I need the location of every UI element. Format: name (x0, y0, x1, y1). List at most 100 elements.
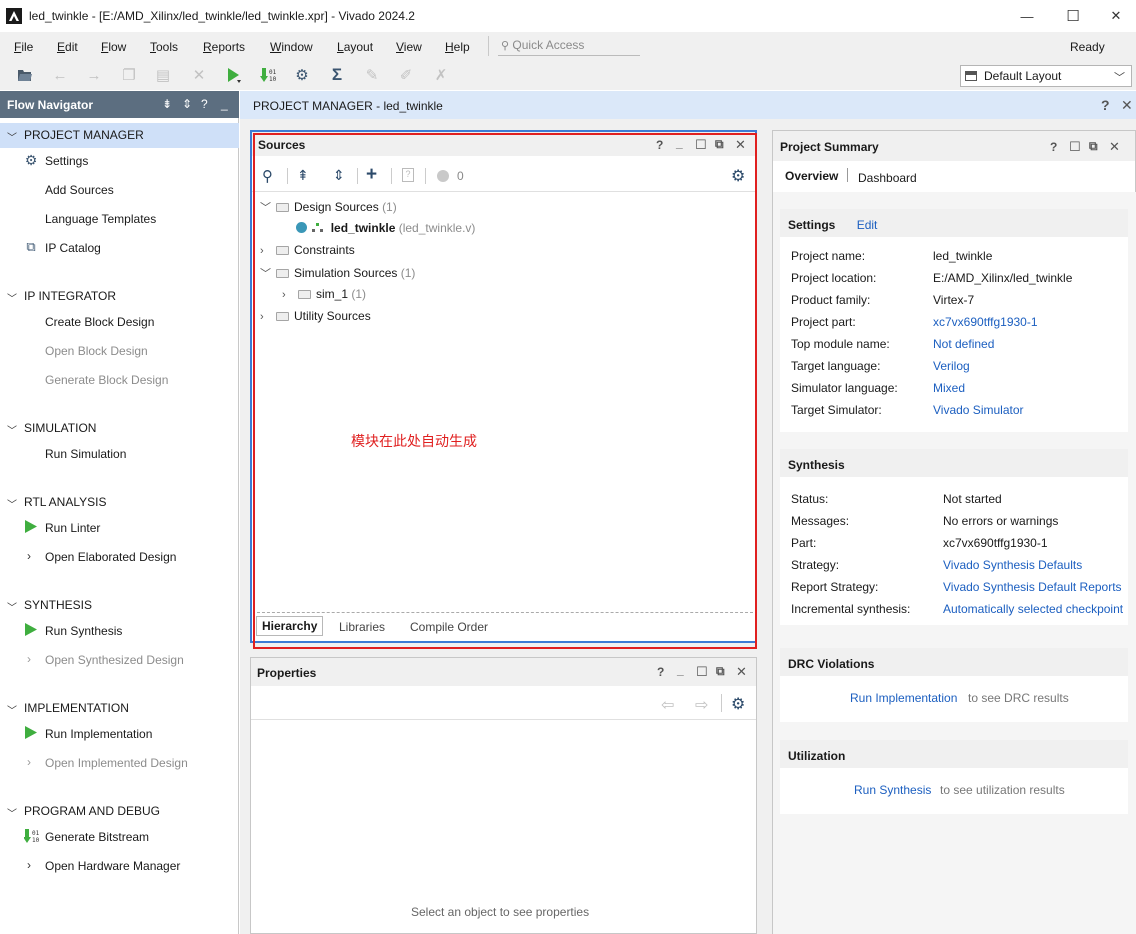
nav-item-run-implementation[interactable]: Run Implementation (45, 727, 152, 741)
nav-section-program-and-debug[interactable]: PROGRAM AND DEBUG (24, 804, 160, 818)
chevron-right-icon[interactable]: › (260, 245, 272, 257)
layout-select[interactable]: Default Layout ﹀ (960, 65, 1132, 87)
nav-item-run-simulation[interactable]: Run Simulation (45, 447, 126, 461)
minimize-icon[interactable]: _ (677, 663, 684, 677)
redo-button[interactable]: → (85, 66, 103, 84)
debug-button[interactable]: ✎ (363, 66, 381, 84)
nav-item-add-sources[interactable]: Add Sources (45, 183, 114, 197)
close-window-button[interactable]: ✕ (1096, 0, 1136, 32)
maximize-icon[interactable]: ☐ (696, 664, 708, 680)
nav-item-run-synthesis[interactable]: Run Synthesis (45, 624, 122, 638)
probe-button[interactable]: ✐ (397, 66, 415, 84)
disable-button[interactable]: ✗ (432, 66, 450, 84)
menu-tools[interactable]: Tools (150, 40, 178, 54)
menu-edit[interactable]: Edit (57, 40, 78, 54)
settings-row-value[interactable]: xc7vx690tffg1930-1 (933, 315, 1038, 329)
forward-icon[interactable]: ⇨ (695, 695, 708, 715)
nav-item-language-templates[interactable]: Language Templates (45, 212, 156, 226)
expand-all-icon[interactable]: ⇕ (182, 97, 192, 111)
settings-row-value[interactable]: Mixed (933, 381, 965, 395)
close-icon[interactable]: ✕ (1109, 139, 1120, 155)
help-icon[interactable]: ? (201, 97, 208, 111)
settings-row-value[interactable]: Vivado Simulator (933, 403, 1024, 417)
paste-button[interactable]: ▤ (154, 66, 172, 84)
minimize-icon[interactable]: _ (221, 97, 228, 111)
nav-item-open-synthesized-design[interactable]: Open Synthesized Design (45, 653, 184, 667)
nav-item-run-linter[interactable]: Run Linter (45, 521, 100, 535)
collapse-all-icon[interactable]: ⇟ (162, 97, 172, 111)
nav-item-open-elaborated-design[interactable]: Open Elaborated Design (45, 550, 176, 564)
chevron-right-icon[interactable]: › (260, 311, 272, 323)
menu-file[interactable]: File (14, 40, 33, 54)
menu-view[interactable]: View (396, 40, 422, 54)
nav-item-generate-block-design[interactable]: Generate Block Design (45, 373, 168, 387)
nav-item-open-block-design[interactable]: Open Block Design (45, 344, 148, 358)
tab-hierarchy[interactable]: Hierarchy (256, 616, 324, 636)
chevron-right-icon[interactable]: › (27, 755, 31, 769)
chevron-right-icon[interactable]: › (27, 652, 31, 666)
chevron-down-icon[interactable]: ﹀ (7, 599, 17, 614)
minimize-button[interactable]: — (1004, 0, 1050, 32)
nav-section-rtl-analysis[interactable]: RTL ANALYSIS (24, 495, 106, 509)
copy-button[interactable]: ❐ (120, 66, 138, 84)
menu-window[interactable]: Window (270, 40, 313, 54)
tree-row-design-sources[interactable]: ﹀ Design Sources (1) (260, 199, 397, 215)
help-icon[interactable]: ? (1050, 140, 1057, 154)
run-implementation-link[interactable]: Run Implementation (850, 691, 957, 705)
settings-row-value[interactable]: Not defined (933, 337, 994, 351)
chevron-down-icon[interactable]: ﹀ (7, 702, 17, 717)
menu-help[interactable]: Help (445, 40, 470, 54)
tab-dashboard[interactable]: Dashboard (858, 171, 917, 185)
tree-row-constraints[interactable]: › Constraints (260, 243, 355, 257)
maximize-button[interactable]: ☐ (1050, 0, 1096, 32)
float-icon[interactable]: ⧉ (1089, 139, 1098, 154)
chevron-right-icon[interactable]: › (27, 549, 31, 563)
menu-flow[interactable]: Flow (101, 40, 126, 54)
tree-row-sim-1[interactable]: › sim_1 (1) (282, 287, 366, 301)
chevron-down-icon[interactable]: ﹀ (7, 805, 17, 820)
settings-edit-link[interactable]: Edit (857, 218, 878, 232)
float-icon[interactable]: ⧉ (716, 664, 725, 679)
tree-row-utility-sources[interactable]: › Utility Sources (260, 309, 371, 323)
chevron-down-icon[interactable]: ﹀ (7, 129, 17, 144)
delete-button[interactable]: ✕ (190, 66, 208, 84)
report-button[interactable]: Σ (328, 65, 346, 84)
run-button[interactable] (224, 66, 242, 84)
tree-row-simulation-sources[interactable]: ﹀ Simulation Sources (1) (260, 265, 415, 281)
quick-access-input[interactable]: ⚲ Quick Access (498, 36, 640, 56)
synthesis-row-value[interactable]: Vivado Synthesis Defaults (943, 558, 1082, 572)
close-icon[interactable]: ✕ (736, 664, 747, 680)
help-icon[interactable]: ? (1101, 97, 1110, 113)
close-icon[interactable]: ✕ (1121, 97, 1133, 114)
maximize-icon[interactable]: ☐ (1069, 139, 1081, 155)
nav-section-simulation[interactable]: SIMULATION (24, 421, 96, 435)
help-icon[interactable]: ? (657, 665, 664, 679)
chevron-down-icon[interactable]: ﹀ (260, 265, 272, 281)
open-project-button[interactable] (16, 66, 34, 84)
nav-section-implementation[interactable]: IMPLEMENTATION (24, 701, 129, 715)
tab-libraries[interactable]: Libraries (339, 620, 385, 634)
nav-item-ip-catalog[interactable]: IP Catalog (45, 241, 101, 255)
run-synthesis-link[interactable]: Run Synthesis (854, 783, 931, 797)
nav-item-create-block-design[interactable]: Create Block Design (45, 315, 154, 329)
nav-item-generate-bitstream[interactable]: Generate Bitstream (45, 830, 149, 844)
generate-bitstream-button[interactable]: 01 10 (259, 66, 277, 84)
chevron-right-icon[interactable]: › (282, 289, 294, 301)
synthesis-row-value[interactable]: Vivado Synthesis Default Reports (943, 580, 1122, 594)
settings-row-value[interactable]: Verilog (933, 359, 970, 373)
chevron-right-icon[interactable]: › (27, 858, 31, 872)
menu-reports[interactable]: Reports (203, 40, 245, 54)
nav-section-ip-integrator[interactable]: IP INTEGRATOR (24, 289, 116, 303)
nav-section-project-manager[interactable]: PROJECT MANAGER (24, 128, 144, 142)
nav-section-synthesis[interactable]: SYNTHESIS (24, 598, 92, 612)
settings-button[interactable]: ⚙ (293, 66, 311, 84)
chevron-down-icon[interactable]: ﹀ (7, 422, 17, 437)
tree-row-top-module[interactable]: led_twinkle (led_twinkle.v) (296, 221, 475, 235)
chevron-down-icon[interactable]: ﹀ (260, 199, 272, 215)
nav-item-settings[interactable]: Settings (45, 154, 88, 168)
synthesis-row-value[interactable]: Automatically selected checkpoint (943, 602, 1123, 616)
tab-compile-order[interactable]: Compile Order (410, 620, 488, 634)
nav-item-open-implemented-design[interactable]: Open Implemented Design (45, 756, 188, 770)
undo-button[interactable]: ← (51, 66, 69, 84)
nav-item-open-hardware-manager[interactable]: Open Hardware Manager (45, 859, 180, 873)
